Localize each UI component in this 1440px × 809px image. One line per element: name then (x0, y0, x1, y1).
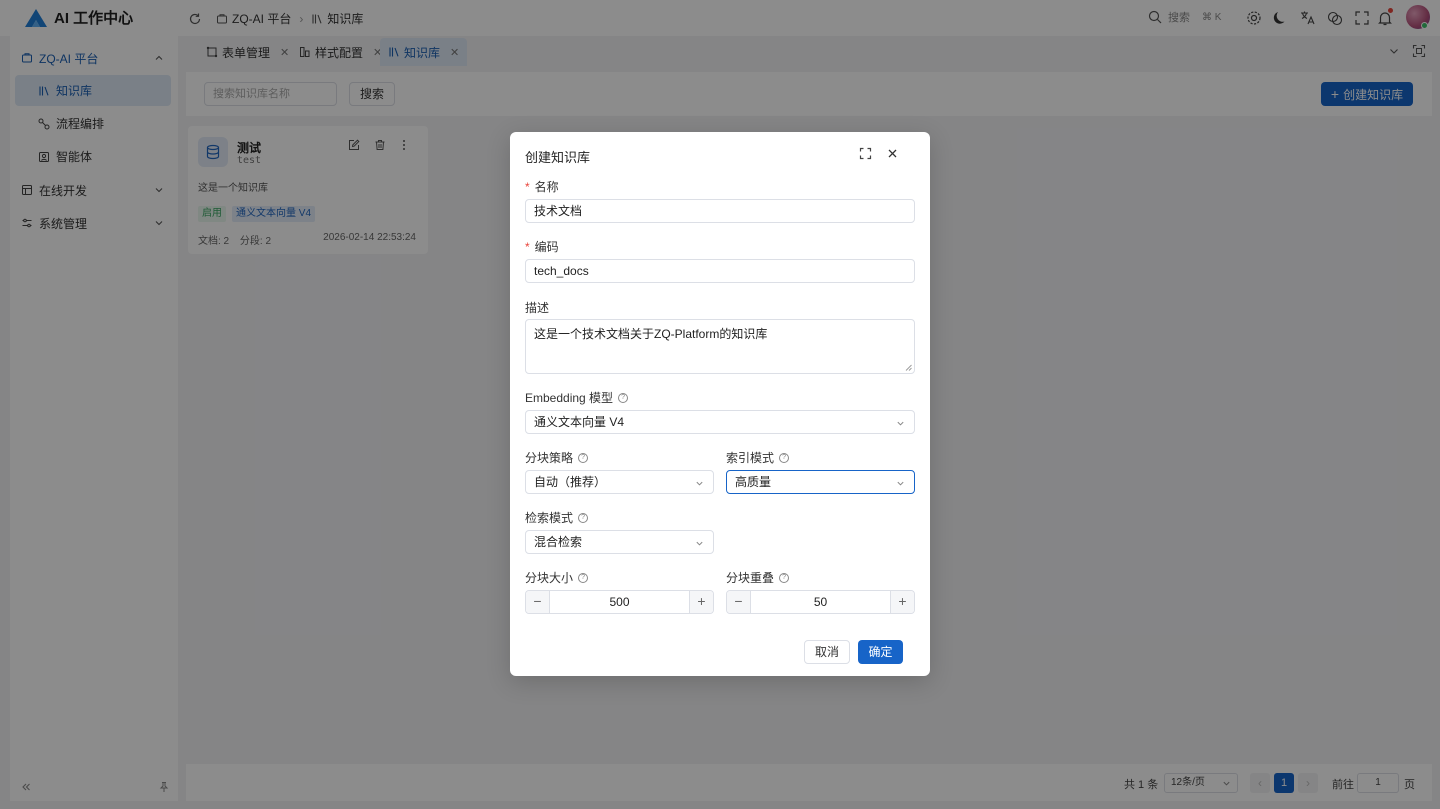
chunk-size-label-text: 分块大小 (525, 571, 574, 585)
chunk-overlap-label: 分块重叠 ? (726, 569, 790, 586)
chevron-down-icon (897, 421, 904, 426)
chunk-size-stepper[interactable]: − 500 + (525, 590, 714, 614)
index-mode-label: 索引模式 ? (726, 449, 790, 466)
help-icon[interactable]: ? (578, 452, 589, 463)
chevron-down-icon (897, 481, 904, 486)
index-mode-select[interactable]: 高质量 (726, 470, 915, 494)
cancel-button[interactable]: 取消 (804, 640, 850, 664)
embedding-label-text: Embedding 模型 (525, 391, 614, 405)
index-mode-value: 高质量 (735, 475, 772, 489)
retrieval-mode-select[interactable]: 混合检索 (525, 530, 714, 554)
embedding-value: 通义文本向量 V4 (534, 415, 625, 429)
help-icon[interactable]: ? (779, 572, 790, 583)
chevron-down-icon (696, 481, 703, 486)
decrement-button[interactable]: − (727, 591, 751, 613)
code-input[interactable]: tech_docs (525, 259, 915, 283)
chunk-strategy-label: 分块策略 ? (525, 449, 589, 466)
name-label-text: 名称 (534, 180, 559, 194)
chevron-down-icon (696, 541, 703, 546)
embedding-select[interactable]: 通义文本向量 V4 (525, 410, 915, 434)
resize-handle-icon[interactable] (905, 364, 912, 371)
help-icon[interactable]: ? (578, 512, 589, 523)
chunk-strategy-select[interactable]: 自动（推荐） (525, 470, 714, 494)
description-textarea[interactable]: 这是一个技术文档关于ZQ-Platform的知识库 (525, 319, 915, 374)
confirm-button[interactable]: 确定 (858, 640, 903, 664)
increment-button[interactable]: + (689, 591, 713, 613)
retrieval-mode-label: 检索模式 ? (525, 509, 589, 526)
required-mark: * (525, 239, 530, 254)
help-icon[interactable]: ? (618, 392, 629, 403)
chunk-strategy-label-text: 分块策略 (525, 451, 574, 465)
description-value: 这是一个技术文档关于ZQ-Platform的知识库 (534, 327, 768, 341)
chunk-strategy-value: 自动（推荐） (534, 475, 607, 489)
chunk-overlap-stepper[interactable]: − 50 + (726, 590, 915, 614)
chunk-overlap-label-text: 分块重叠 (726, 571, 775, 585)
increment-button[interactable]: + (890, 591, 914, 613)
maximize-icon[interactable] (859, 147, 872, 160)
retrieval-mode-value: 混合检索 (534, 535, 583, 549)
chunk-size-value[interactable]: 500 (550, 591, 689, 613)
code-label-text: 编码 (534, 240, 559, 254)
help-icon[interactable]: ? (779, 452, 790, 463)
create-kb-dialog: 创建知识库 * 名称 技术文档 * 编码 tech_docs 描述 这是一个技术… (510, 132, 930, 676)
decrement-button[interactable]: − (526, 591, 550, 613)
close-icon[interactable] (886, 147, 899, 160)
code-label: * 编码 (525, 238, 559, 255)
chunk-size-label: 分块大小 ? (525, 569, 589, 586)
help-icon[interactable]: ? (578, 572, 589, 583)
name-input[interactable]: 技术文档 (525, 199, 915, 223)
index-mode-label-text: 索引模式 (726, 451, 775, 465)
required-mark: * (525, 179, 530, 194)
embedding-label: Embedding 模型 ? (525, 389, 629, 406)
chunk-overlap-value[interactable]: 50 (751, 591, 890, 613)
description-label-text: 描述 (525, 301, 550, 315)
name-label: * 名称 (525, 178, 559, 195)
dialog-title: 创建知识库 (525, 150, 591, 165)
description-label: 描述 (525, 299, 549, 316)
retrieval-mode-label-text: 检索模式 (525, 511, 574, 525)
